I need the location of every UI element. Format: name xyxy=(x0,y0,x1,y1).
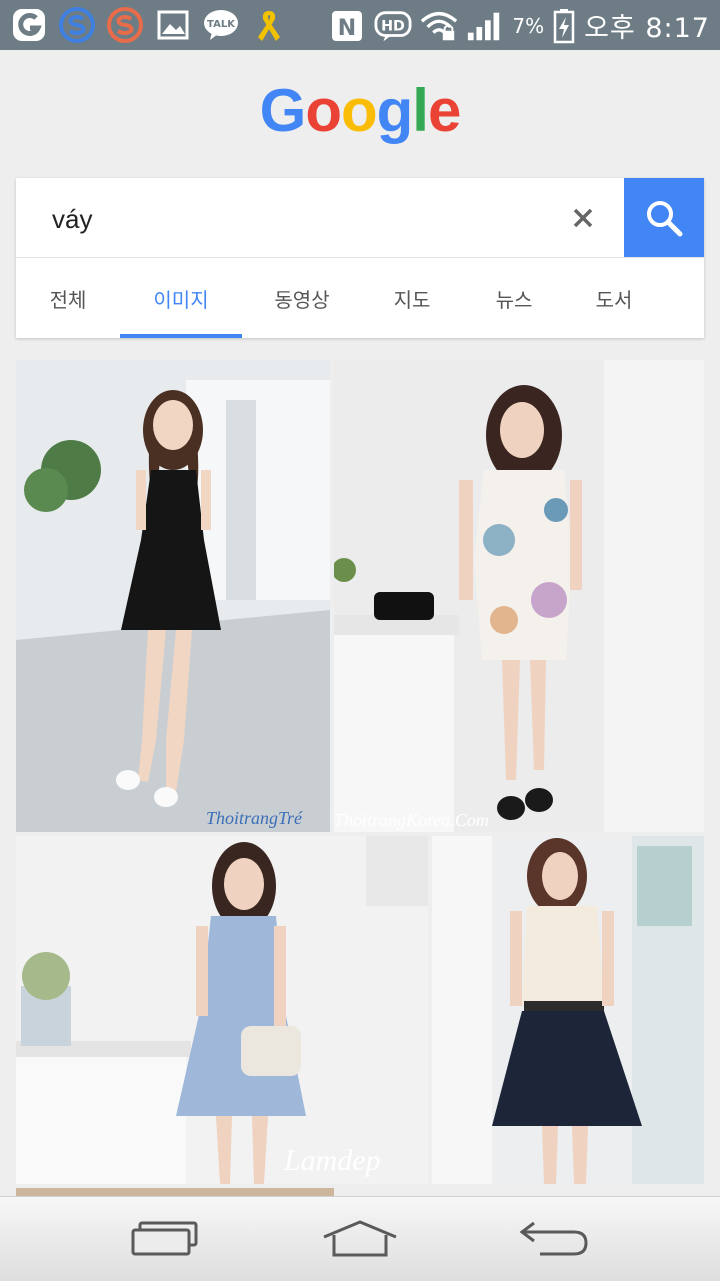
logo-letter: g xyxy=(376,77,414,144)
nfc-icon: N xyxy=(328,7,366,45)
battery-charging-icon xyxy=(552,7,576,45)
tab-books[interactable]: 도서 xyxy=(566,258,662,338)
gallery-icon xyxy=(154,6,192,44)
logo-letter: l xyxy=(412,77,429,144)
s-app-icon-blue xyxy=(58,6,96,44)
logo-letter: o xyxy=(305,77,342,144)
blue-dress-photo xyxy=(16,836,428,1184)
google-logo: Google xyxy=(0,76,720,145)
recent-apps-icon xyxy=(131,1221,198,1256)
clear-search-button[interactable] xyxy=(562,197,604,239)
image-watermark: ThoitrangKorea.Com xyxy=(334,810,489,830)
search-bar xyxy=(16,178,704,258)
search-card: 전체 이미지 동영상 지도 뉴스 도서 xyxy=(16,178,704,338)
floral-dress-photo xyxy=(334,360,704,832)
home-button[interactable] xyxy=(300,1207,420,1271)
image-watermark: Lamdep xyxy=(284,1144,381,1177)
svg-text:N: N xyxy=(338,16,356,41)
navy-skirt-photo xyxy=(432,836,704,1184)
tab-images[interactable]: 이미지 xyxy=(120,258,242,338)
image-result[interactable] xyxy=(16,1188,334,1196)
close-icon xyxy=(573,208,593,228)
tab-maps[interactable]: 지도 xyxy=(362,258,462,338)
search-icon xyxy=(647,200,683,236)
signal-icon xyxy=(466,7,504,45)
recent-apps-button[interactable] xyxy=(105,1207,225,1271)
image-result[interactable]: ThoitrangKorea.Com xyxy=(334,360,704,832)
tab-all[interactable]: 전체 xyxy=(16,258,120,338)
image-result[interactable]: Lamdep xyxy=(16,836,428,1184)
s-app-icon-orange xyxy=(106,6,144,44)
black-dress-photo xyxy=(16,360,330,832)
image-watermark: ThoitrangTré xyxy=(206,808,303,828)
wifi-locked-icon xyxy=(420,7,458,45)
hd-voice-icon: HD xyxy=(374,7,412,45)
yellow-ribbon-icon xyxy=(250,6,288,44)
search-input[interactable] xyxy=(50,198,554,240)
home-icon xyxy=(323,1220,397,1257)
kakaotalk-icon: TALK xyxy=(202,6,240,44)
svg-text:TALK: TALK xyxy=(207,19,236,30)
image-result[interactable]: ThoitrangTré xyxy=(16,360,330,832)
image-result[interactable] xyxy=(432,836,704,1184)
tab-videos[interactable]: 동영상 xyxy=(242,258,362,338)
back-icon xyxy=(519,1221,588,1256)
search-button[interactable] xyxy=(624,178,704,257)
navigation-bar xyxy=(0,1196,720,1281)
logo-letter: o xyxy=(340,77,378,144)
g-app-icon xyxy=(10,6,48,44)
logo-letter: G xyxy=(259,77,307,144)
dress-photo-partial xyxy=(16,1188,334,1196)
battery-percent: 7% xyxy=(512,13,545,38)
logo-letter: e xyxy=(427,77,461,144)
status-bar: TALK N HD 7% 오후 8:17 xyxy=(0,0,720,50)
back-button[interactable] xyxy=(494,1207,614,1271)
clock: 오후 8:17 xyxy=(584,13,710,44)
search-tabs: 전체 이미지 동영상 지도 뉴스 도서 xyxy=(16,258,704,338)
svg-text:HD: HD xyxy=(381,18,405,34)
tab-news[interactable]: 뉴스 xyxy=(462,258,566,338)
